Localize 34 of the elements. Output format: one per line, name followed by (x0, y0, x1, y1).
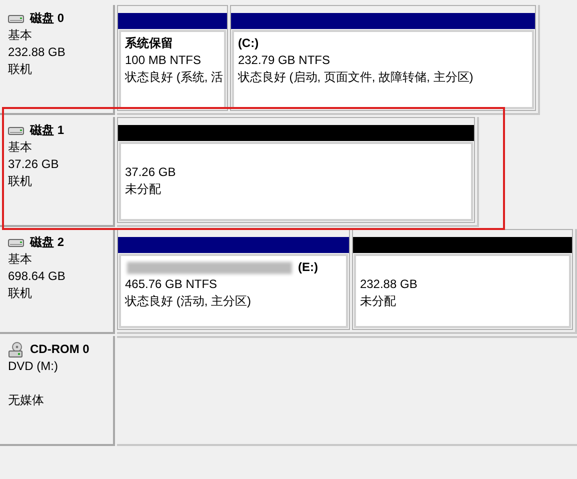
partition-detail: 232.88 GB (360, 276, 418, 293)
partition-detail: 状态良好 (启动, 页面文件, 故障转储, 主分区) (238, 69, 474, 86)
partition-cell[interactable]: 232.88 GB 未分配 (352, 229, 573, 330)
drive-name: CD-ROM 0 (30, 341, 90, 358)
partition-cell[interactable]: 系统保留 100 MB NTFS 状态良好 (系统, 活 (117, 5, 228, 111)
partition-detail: 未分配 (360, 293, 397, 310)
volume-label: (C:) (238, 35, 259, 52)
partition-cell[interactable]: 37.26 GB 未分配 (117, 117, 475, 223)
disk-name: 磁盘 0 (30, 10, 64, 27)
volume-label: 系统保留 (125, 35, 173, 52)
disk-detail: DVD (M:) (8, 358, 59, 375)
disk-detail: 联机 (8, 61, 33, 78)
partition-detail: 100 MB NTFS (125, 52, 202, 69)
partition-detail: 状态良好 (活动, 主分区) (125, 293, 252, 310)
disk-detail: 基本 (8, 251, 33, 268)
volume-label: (E:) (298, 259, 318, 276)
disk-detail: 基本 (8, 27, 33, 44)
disk-detail: 联机 (8, 173, 33, 190)
partition-detail: 37.26 GB (125, 164, 177, 181)
disk-detail: 698.64 GB (8, 268, 66, 285)
disk-detail: 232.88 GB (8, 44, 66, 61)
partition-detail: 状态良好 (系统, 活 (125, 69, 224, 86)
disk-detail: 37.26 GB (8, 156, 60, 173)
disk-detail: 无媒体 (8, 392, 45, 409)
partition-cell[interactable]: (E:) 465.76 GB NTFS 状态良好 (活动, 主分区) (117, 229, 350, 330)
partition-detail: 465.76 GB NTFS (125, 276, 218, 293)
partition-detail: 232.79 GB NTFS (238, 52, 331, 69)
disk-detail: 联机 (8, 285, 33, 302)
disk-name: 磁盘 2 (30, 234, 64, 251)
partition-detail: 未分配 (125, 181, 162, 198)
disk-name: 磁盘 1 (30, 122, 64, 139)
partition-cell[interactable]: (C:) 232.79 GB NTFS 状态良好 (启动, 页面文件, 故障转储, 主分区) (230, 5, 536, 111)
optical-drive-icon (8, 342, 24, 358)
disk-detail: 基本 (8, 139, 33, 156)
